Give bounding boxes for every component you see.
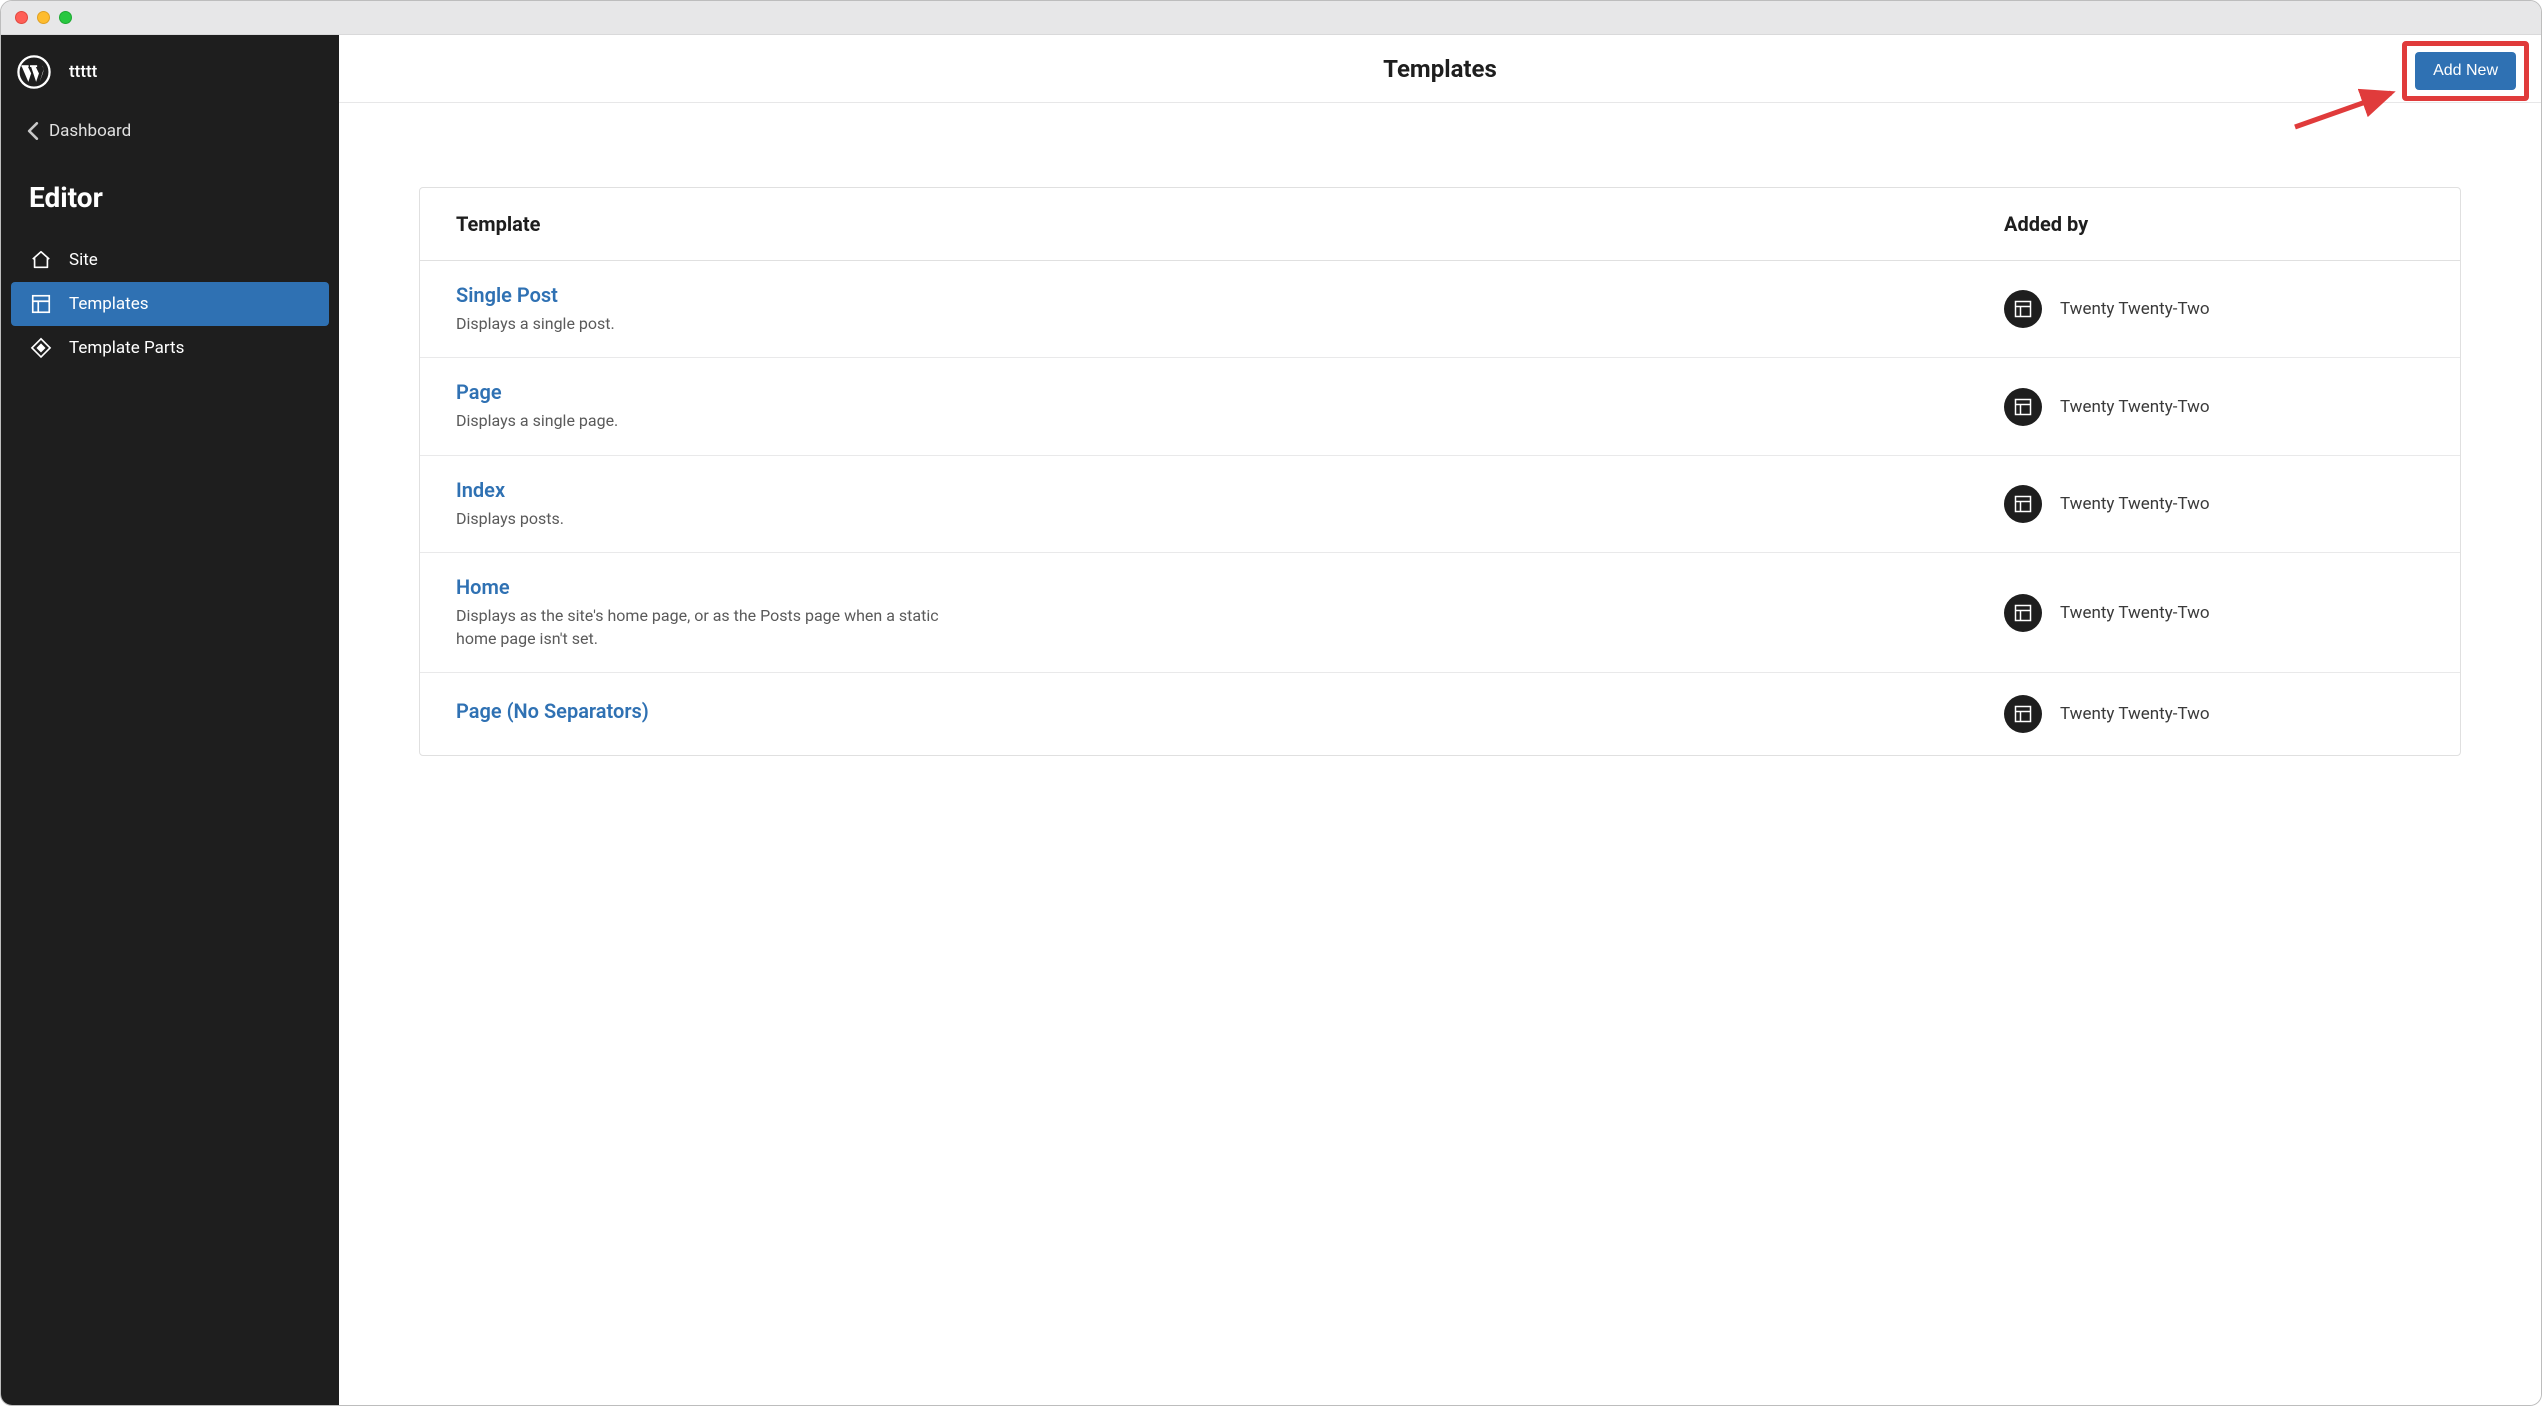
- template-description: Displays as the site's home page, or as …: [456, 605, 956, 650]
- window-zoom-button[interactable]: [59, 11, 72, 24]
- site-identity[interactable]: ttttt: [1, 45, 339, 107]
- added-by-cell: Twenty Twenty-Two: [2004, 594, 2424, 632]
- table-row: Home Displays as the site's home page, o…: [420, 553, 2460, 673]
- chevron-left-icon: [27, 122, 39, 140]
- sidebar-item-template-parts[interactable]: Template Parts: [11, 326, 329, 370]
- added-by-label[interactable]: Twenty Twenty-Two: [2060, 397, 2210, 417]
- layout-icon: [29, 292, 53, 316]
- added-by-cell: Twenty Twenty-Two: [2004, 388, 2424, 426]
- template-link[interactable]: Home: [456, 575, 2004, 599]
- sidebar-nav: Site Templates: [1, 232, 339, 376]
- wordpress-logo-icon: [17, 55, 51, 89]
- sidebar: ttttt Dashboard Editor Site: [1, 35, 339, 1405]
- window-close-button[interactable]: [15, 11, 28, 24]
- table-row: Page (No Separators) Twe: [420, 673, 2460, 755]
- added-by-label[interactable]: Twenty Twenty-Two: [2060, 603, 2210, 623]
- templates-table: Template Added by Single Post Displays a…: [419, 187, 2461, 756]
- col-header-template: Template: [456, 212, 2004, 236]
- add-new-button[interactable]: Add New: [2415, 52, 2516, 90]
- template-link[interactable]: Index: [456, 478, 2004, 502]
- sidebar-item-site[interactable]: Site: [11, 238, 329, 282]
- template-link[interactable]: Page (No Separators): [456, 699, 2004, 723]
- theme-badge-icon: [2004, 695, 2042, 733]
- col-header-added-by: Added by: [2004, 212, 2424, 236]
- add-new-highlight-box: Add New: [2402, 41, 2529, 101]
- theme-badge-icon: [2004, 594, 2042, 632]
- sidebar-item-templates[interactable]: Templates: [11, 282, 329, 326]
- home-icon: [29, 248, 53, 272]
- table-row: Index Displays posts. Twe: [420, 456, 2460, 553]
- added-by-cell: Twenty Twenty-Two: [2004, 485, 2424, 523]
- template-description: Displays a single post.: [456, 313, 956, 335]
- added-by-label[interactable]: Twenty Twenty-Two: [2060, 494, 2210, 514]
- sidebar-item-label: Template Parts: [69, 338, 184, 358]
- theme-badge-icon: [2004, 485, 2042, 523]
- diamond-icon: [29, 336, 53, 360]
- back-to-dashboard[interactable]: Dashboard: [1, 107, 339, 155]
- table-header: Template Added by: [420, 188, 2460, 261]
- window-titlebar: [1, 1, 2541, 35]
- page-title: Templates: [1383, 55, 1497, 83]
- window-minimize-button[interactable]: [37, 11, 50, 24]
- theme-badge-icon: [2004, 388, 2042, 426]
- back-label: Dashboard: [49, 121, 131, 141]
- added-by-cell: Twenty Twenty-Two: [2004, 695, 2424, 733]
- template-link[interactable]: Page: [456, 380, 2004, 404]
- added-by-label[interactable]: Twenty Twenty-Two: [2060, 299, 2210, 319]
- added-by-cell: Twenty Twenty-Two: [2004, 290, 2424, 328]
- added-by-label[interactable]: Twenty Twenty-Two: [2060, 704, 2210, 724]
- sidebar-item-label: Templates: [69, 294, 149, 314]
- topbar: Templates Add New: [339, 35, 2541, 103]
- table-row: Single Post Displays a single post.: [420, 261, 2460, 358]
- template-description: Displays a single page.: [456, 410, 956, 432]
- sidebar-item-label: Site: [69, 250, 98, 270]
- theme-badge-icon: [2004, 290, 2042, 328]
- main-panel: Templates Add New: [339, 35, 2541, 1405]
- site-name: ttttt: [69, 62, 97, 82]
- table-row: Page Displays a single page.: [420, 358, 2460, 455]
- sidebar-section-title: Editor: [1, 155, 339, 232]
- template-description: Displays posts.: [456, 508, 956, 530]
- template-link[interactable]: Single Post: [456, 283, 2004, 307]
